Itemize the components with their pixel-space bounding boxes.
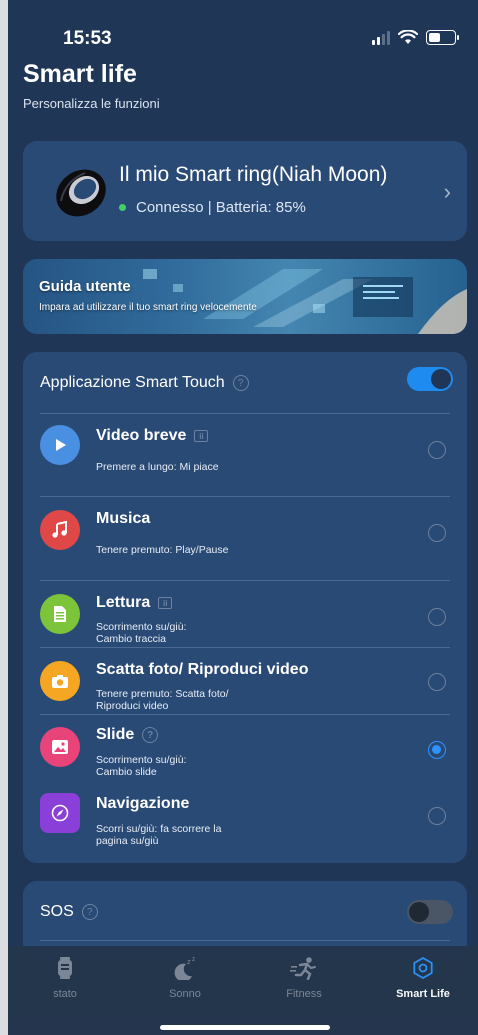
running-icon [249,956,359,980]
sos-title: SOS [40,903,74,920]
chevron-right-icon: › [443,179,451,204]
option-desc: Premere a lungo: Mi piace [96,461,219,473]
page-title: Smart life [23,60,137,88]
sleep-icon: zz [130,956,240,980]
option-radio[interactable] [428,807,446,825]
document-icon [40,594,80,634]
sos-toggle[interactable] [407,900,453,924]
app-screen: 15:53 Smart life Personalizza le funzion… [8,0,478,1035]
guide-subtitle: Impara ad utilizzare il tuo smart ring v… [39,302,257,313]
tab-label: Sonno [169,988,201,1000]
compass-icon [40,793,80,833]
option-title-text: Musica [96,510,151,527]
divider [40,496,450,497]
camera-icon [40,661,80,701]
option-title-text: Slide [96,726,135,743]
tab-fitness[interactable]: Fitness [249,956,359,1000]
status-icons [372,30,459,45]
help-icon[interactable]: ? [232,375,249,391]
option-desc: Scorrimento su/giù: Cambio traccia [96,621,187,645]
smart-touch-title: Applicazione Smart Touch [40,374,225,391]
divider [40,413,450,414]
option-title-text: Navigazione [96,795,190,812]
option-radio[interactable] [428,673,446,691]
divider [40,647,450,648]
help-icon[interactable]: ? [142,727,159,743]
option-radio[interactable] [428,608,446,626]
option-radio-selected[interactable] [428,741,446,759]
status-bar: 15:53 [8,0,478,60]
divider [40,580,450,581]
tab-label: Fitness [286,988,322,1000]
device-card[interactable]: Il mio Smart ring(Niah Moon) Connesso | … [23,141,467,241]
option-title: Video breve ii [96,427,209,445]
device-name: Il mio Smart ring(Niah Moon) [119,163,388,186]
tab-label: Smart Life [396,988,450,1000]
smart-touch-section: Applicazione Smart Touch ? Video breve i… [23,352,467,863]
option-radio[interactable] [428,441,446,459]
tab-label: stato [53,988,77,1000]
option-desc: Tenere premuto: Scatta foto/ Riproduci v… [96,688,229,712]
device-status: Connesso | Batteria: 85% [119,199,306,216]
image-icon [40,727,80,767]
smart-touch-header: Applicazione Smart Touch ? [40,374,249,392]
status-time: 15:53 [63,28,112,49]
option-title: Slide ? [96,726,159,744]
info-icon: ii [194,430,209,442]
option-title: Scatta foto/ Riproduci video [96,661,308,679]
option-desc: Scorri su/giù: fa scorrere la pagina su/… [96,823,222,847]
ring-icon [56,169,106,217]
gear-icon [368,956,478,980]
sos-header: SOS ? [40,903,98,921]
divider [40,940,450,941]
device-status-text: Connesso | Batteria: 85% [136,199,306,216]
smart-touch-toggle[interactable] [407,367,453,391]
help-icon[interactable]: ? [81,904,98,920]
info-icon: ii [158,597,173,609]
option-title-text: Lettura [96,594,151,611]
signal-icon [372,31,390,45]
tab-sonno[interactable]: zz Sonno [130,956,240,1000]
connected-dot [119,204,126,211]
music-icon [40,510,80,550]
wifi-icon [398,30,418,44]
option-title-text: Scatta foto/ Riproduci video [96,661,309,678]
home-indicator[interactable] [160,1025,330,1030]
option-title: Musica [96,510,150,528]
option-title-text: Video breve [96,427,187,444]
tab-smart-life[interactable]: Smart Life [368,956,478,1000]
page-subtitle: Personalizza le funzioni [23,96,160,111]
option-desc: Tenere premuto: Play/Pause [96,544,229,556]
option-desc: Scorrimento su/giù: Cambio slide [96,754,187,778]
guide-banner-graphic [23,259,467,334]
svg-text:z: z [187,958,191,966]
option-title: Lettura ii [96,594,173,612]
battery-icon [426,30,459,45]
svg-text:z: z [192,956,195,963]
divider [40,714,450,715]
guide-title: Guida utente [39,278,131,295]
option-radio[interactable] [428,524,446,542]
play-icon [40,425,80,465]
tab-stato[interactable]: stato [10,956,120,1000]
tab-bar: stato zz Sonno Fitness Smart Life [8,946,478,1035]
option-title: Navigazione [96,795,189,813]
watch-icon [10,956,120,980]
user-guide-banner[interactable]: Guida utente Impara ad utilizzare il tuo… [23,259,467,334]
